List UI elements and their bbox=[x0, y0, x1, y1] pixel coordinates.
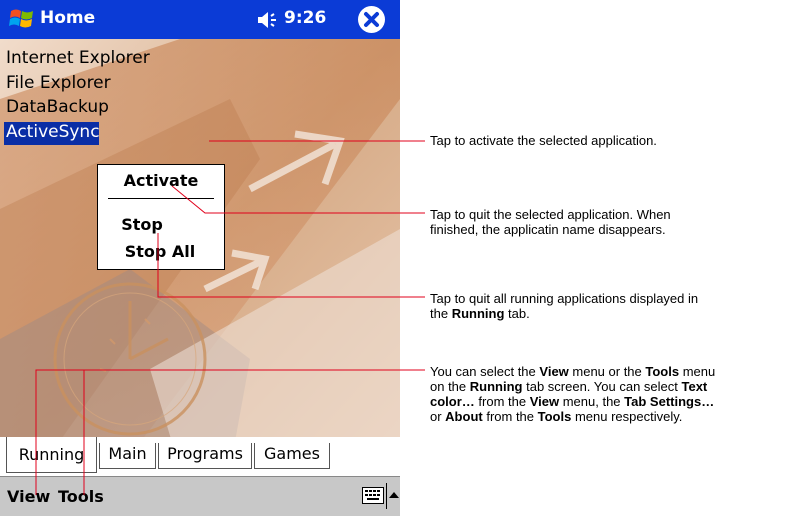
divider bbox=[386, 483, 387, 509]
list-item[interactable]: File Explorer bbox=[4, 73, 113, 96]
tab-programs[interactable]: Programs bbox=[158, 443, 252, 469]
annotation-menus: You can select the View menu or the Tool… bbox=[430, 364, 716, 424]
menu-item-activate[interactable]: Activate bbox=[98, 171, 224, 190]
annotation-stop-all: Tap to quit all running applications dis… bbox=[430, 291, 699, 321]
tab-main[interactable]: Main bbox=[99, 443, 156, 469]
speaker-icon[interactable] bbox=[257, 10, 279, 30]
today-background: Internet Explorer File Explorer DataBack… bbox=[0, 39, 400, 469]
keyboard-icon[interactable] bbox=[362, 487, 384, 504]
up-arrow-icon[interactable] bbox=[389, 490, 399, 498]
tools-menu[interactable]: Tools bbox=[58, 487, 104, 506]
menu-divider bbox=[108, 198, 214, 199]
context-menu: Activate Stop Stop All bbox=[97, 164, 225, 270]
title-bar: Home 9:26 bbox=[0, 0, 400, 39]
view-menu[interactable]: View bbox=[7, 487, 50, 506]
close-button[interactable] bbox=[358, 6, 385, 33]
list-item[interactable]: DataBackup bbox=[4, 97, 111, 120]
tab-running[interactable]: Running bbox=[6, 437, 97, 473]
menu-item-stop-all[interactable]: Stop All bbox=[98, 242, 222, 261]
tab-games[interactable]: Games bbox=[254, 443, 330, 469]
pocket-pc-screen: Home 9:26 Internet Explorer File Explore… bbox=[0, 0, 400, 516]
annotation-activate: Tap to activate the selected application… bbox=[430, 133, 657, 148]
close-icon bbox=[364, 12, 379, 27]
menu-item-stop[interactable]: Stop bbox=[98, 215, 186, 234]
clock[interactable]: 9:26 bbox=[284, 8, 326, 28]
tab-bar: Running Main Programs Games bbox=[0, 437, 400, 475]
list-item-selected[interactable]: ActiveSync bbox=[4, 122, 99, 145]
list-item[interactable]: Internet Explorer bbox=[4, 48, 152, 71]
menu-bar: View Tools bbox=[0, 476, 400, 516]
annotation-stop: Tap to quit the selected application. Wh… bbox=[430, 207, 671, 237]
page-title: Home bbox=[40, 8, 96, 28]
windows-flag-icon[interactable] bbox=[8, 5, 36, 33]
